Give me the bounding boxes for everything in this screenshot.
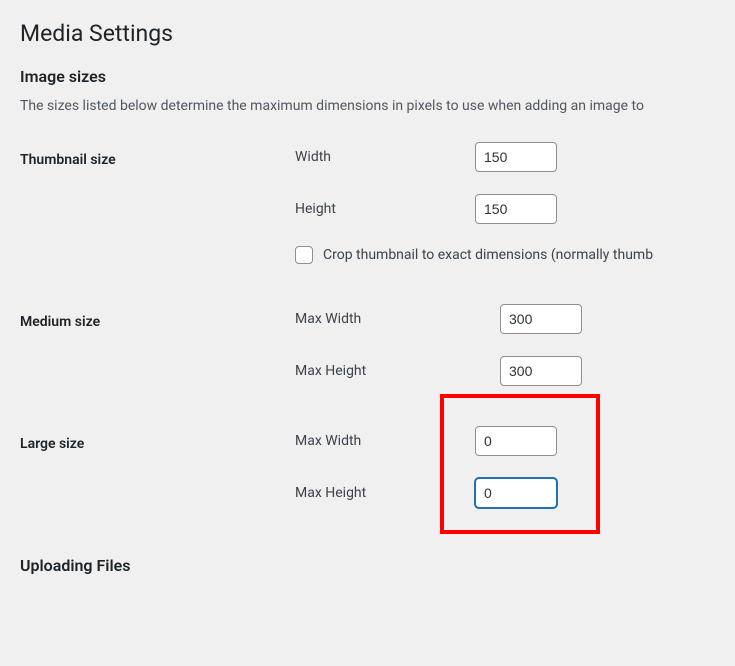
thumbnail-crop-label: Crop thumbnail to exact dimensions (norm… [323, 247, 653, 263]
page-title: Media Settings [20, 20, 715, 47]
large-maxwidth-label: Max Width [295, 433, 475, 449]
thumbnail-height-label: Height [295, 201, 475, 217]
medium-maxwidth-label: Max Width [295, 311, 500, 327]
image-sizes-heading: Image sizes [20, 67, 715, 86]
thumbnail-width-label: Width [295, 149, 475, 165]
large-maxheight-input[interactable] [475, 478, 557, 508]
medium-size-label: Medium size [20, 304, 295, 330]
large-size-row: Large size Max Width Max Height [20, 426, 715, 508]
uploading-files-heading: Uploading Files [20, 556, 715, 575]
thumbnail-size-label: Thumbnail size [20, 142, 295, 168]
thumbnail-width-input[interactable] [475, 142, 557, 172]
medium-maxheight-input[interactable] [500, 356, 582, 386]
thumbnail-size-row: Thumbnail size Width Height Crop thumbna… [20, 142, 715, 264]
large-maxheight-label: Max Height [295, 485, 475, 501]
large-size-label: Large size [20, 426, 295, 452]
medium-size-row: Medium size Max Width Max Height [20, 304, 715, 386]
thumbnail-height-input[interactable] [475, 194, 557, 224]
medium-maxwidth-input[interactable] [500, 304, 582, 334]
medium-maxheight-label: Max Height [295, 363, 500, 379]
large-maxwidth-input[interactable] [475, 426, 557, 456]
thumbnail-crop-checkbox[interactable] [295, 246, 313, 264]
image-sizes-description: The sizes listed below determine the max… [20, 98, 715, 114]
